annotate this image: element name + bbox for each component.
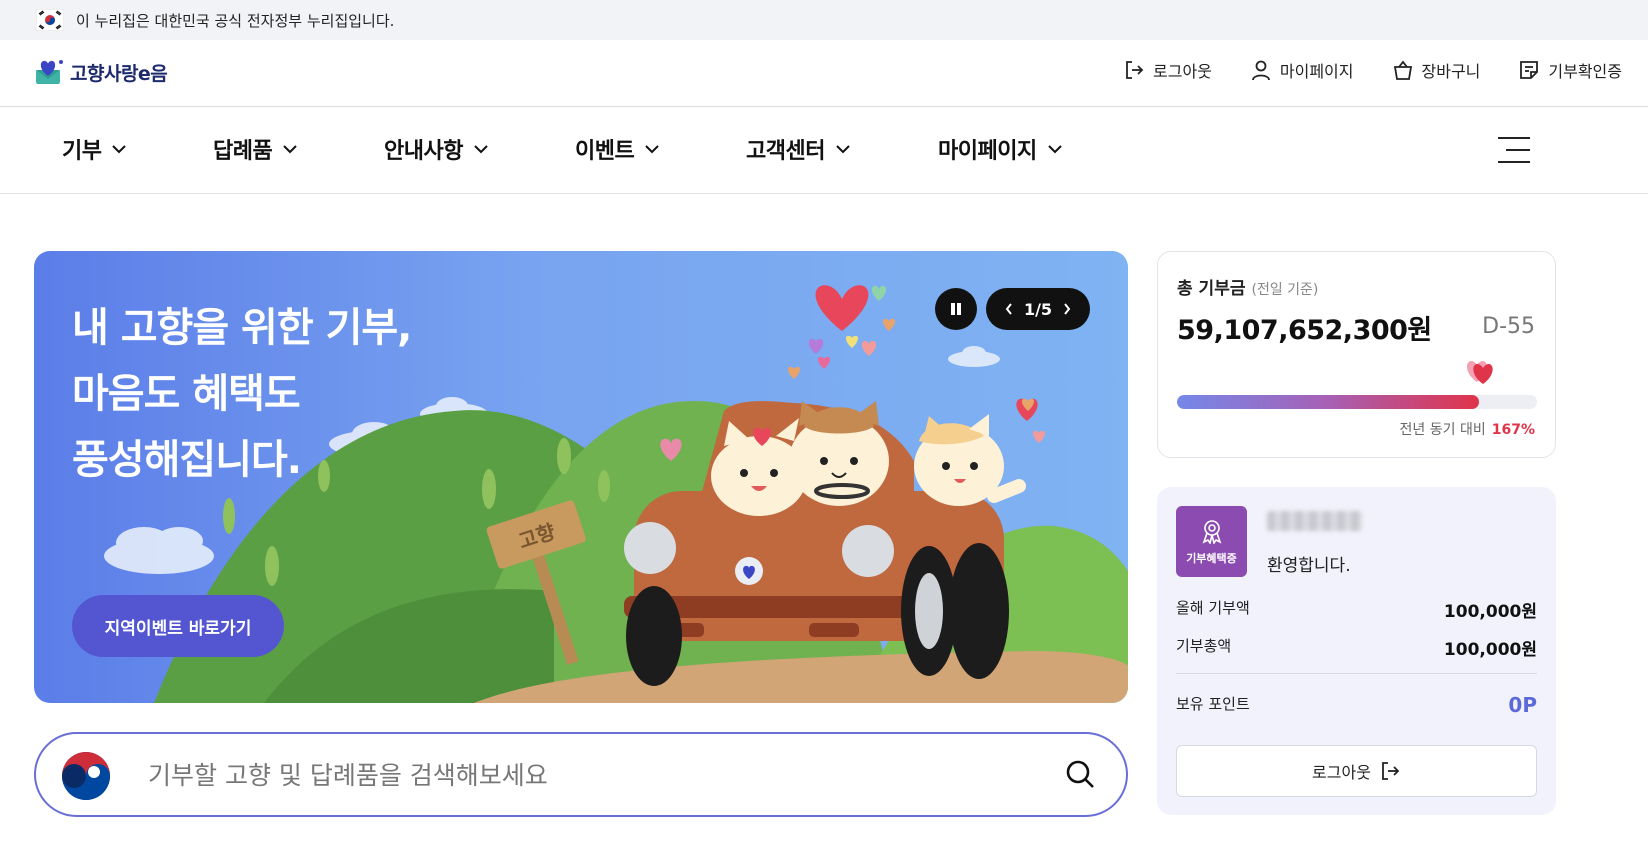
divider [1176, 673, 1537, 674]
slider-pager: 1/5 [986, 288, 1090, 330]
certificate-link[interactable]: 기부확인증 [1518, 58, 1622, 82]
search-icon [1066, 760, 1094, 788]
stat-value: 100,000원 [1443, 602, 1537, 622]
slider-pause-button[interactable] [935, 288, 977, 330]
total-donation-amount: 59,107,652,300원 [1177, 315, 1432, 346]
chevron-left-icon [1005, 303, 1012, 315]
logout-icon [1126, 61, 1144, 79]
user-summary-card: 기부혜택증 환영합니다. 올해 기부액 100,000원 기부총액 100,00… [1157, 487, 1556, 815]
welcome-text: 환영합니다. [1267, 556, 1351, 576]
site-logo[interactable]: 고향사랑e음 [34, 58, 168, 86]
nav-item-events[interactable]: 이벤트 [575, 133, 660, 165]
donation-progress-fill [1177, 395, 1480, 409]
stat-label: 올해 기부액 [1176, 599, 1250, 617]
nav-item-support[interactable]: 고객센터 [746, 133, 851, 165]
search-button[interactable] [1064, 758, 1096, 794]
slider-current: 1 [1023, 299, 1036, 319]
logo-heart-mail-icon [36, 60, 63, 84]
certificate-label: 기부확인증 [1548, 62, 1622, 81]
nav-label: 마이페이지 [938, 139, 1037, 164]
hamburger-line [1506, 149, 1530, 151]
total-donation-title: 총 기부금 [1177, 279, 1246, 299]
hero-title: 내 고향을 위한 기부, 마음도 혜택도 풍성해집니다. [72, 295, 412, 493]
nav-label: 안내사항 [384, 139, 463, 164]
korean-flag-icon [36, 9, 64, 31]
slider-next-button[interactable] [1062, 302, 1072, 316]
logout-link[interactable]: 로그아웃 [1123, 58, 1212, 82]
hamburger-menu-button[interactable] [1498, 134, 1530, 166]
nav-label: 답례품 [213, 139, 273, 164]
site-header: 고향사랑e음 로그아웃 마이페이지 장바구니 기부확인증 [0, 40, 1648, 107]
stat-points: 보유 포인트 0P [1176, 693, 1537, 717]
utility-menu: 로그아웃 마이페이지 장바구니 기부확인증 [1085, 58, 1622, 82]
logout-icon [1382, 762, 1400, 780]
certificate-icon [1520, 61, 1539, 79]
hero-banner: 고향 내 고향을 위한 기부, 마음도 혜택도 풍성해집니다. 지역이벤트 바로… [34, 251, 1128, 703]
logo-text: 고향사랑e음 [70, 62, 168, 85]
chevron-down-icon [1047, 145, 1062, 154]
gov-banner: 이 누리집은 대한민국 공식 전자정부 누리집입니다. [0, 0, 1648, 40]
chevron-down-icon [112, 145, 127, 154]
slider-prev-button[interactable] [1004, 302, 1014, 316]
hero-title-line: 마음도 혜택도 [72, 371, 301, 417]
hamburger-line [1498, 137, 1530, 139]
yoy-value: 167% [1491, 422, 1535, 438]
stat-value: 100,000원 [1443, 640, 1537, 660]
chevron-down-icon [474, 145, 488, 154]
mypage-link[interactable]: 마이페이지 [1250, 58, 1354, 82]
award-ribbon-icon [1202, 519, 1221, 544]
nav-item-donation[interactable]: 기부 [62, 133, 127, 165]
logout-button-label: 로그아웃 [1312, 763, 1371, 782]
donation-benefit-badge[interactable]: 기부혜택증 [1176, 506, 1247, 577]
taegeuk-emblem-icon [62, 752, 110, 800]
logout-label: 로그아웃 [1153, 62, 1212, 81]
gov-banner-text: 이 누리집은 대한민국 공식 전자정부 누리집입니다. [76, 11, 395, 30]
nav-label: 기부 [62, 139, 102, 164]
search-bar [34, 732, 1128, 817]
user-name-blurred [1267, 511, 1362, 531]
nav-item-mypage[interactable]: 마이페이지 [938, 133, 1063, 165]
stat-total: 기부총액 100,000원 [1176, 635, 1537, 660]
donation-progress-bar [1177, 395, 1537, 409]
pause-icon [951, 303, 961, 315]
nav-item-notice[interactable]: 안내사항 [384, 133, 489, 165]
total-donation-label: 총 기부금 (전일 기준) [1177, 274, 1318, 299]
stat-this-year: 올해 기부액 100,000원 [1176, 597, 1537, 622]
cart-icon [1393, 60, 1412, 80]
cart-label: 장바구니 [1421, 62, 1481, 81]
slider-total: /5 [1035, 299, 1053, 319]
main-navigation: 기부 답례품 안내사항 이벤트 고객센터 마이페이지 [0, 107, 1648, 194]
dday-counter: D-55 [1482, 314, 1535, 339]
chevron-right-icon [1064, 303, 1071, 315]
year-over-year: 전년 동기 대비 167% [1400, 419, 1535, 439]
chevron-down-icon [836, 145, 850, 154]
chevron-down-icon [645, 145, 659, 154]
hero-title-line: 내 고향을 위한 기부, [72, 305, 412, 351]
badge-label: 기부혜택증 [1186, 551, 1237, 565]
user-icon [1251, 60, 1270, 81]
stat-label: 보유 포인트 [1176, 695, 1250, 713]
yoy-label: 전년 동기 대비 [1399, 422, 1486, 438]
stat-value: 0P [1508, 693, 1537, 717]
heart-icon [1466, 360, 1493, 384]
nav-label: 고객센터 [746, 139, 825, 164]
nav-label: 이벤트 [575, 139, 635, 164]
slider-counter: 1/5 [1024, 300, 1052, 319]
hamburger-line [1498, 161, 1530, 163]
chevron-down-icon [283, 145, 297, 154]
panel-logout-button[interactable]: 로그아웃 [1176, 745, 1537, 797]
search-input[interactable] [148, 754, 1028, 796]
regional-event-button[interactable]: 지역이벤트 바로가기 [72, 595, 284, 657]
total-donation-sub: (전일 기준) [1251, 282, 1319, 298]
cart-link[interactable]: 장바구니 [1392, 58, 1481, 82]
mypage-label: 마이페이지 [1279, 62, 1354, 81]
stat-label: 기부총액 [1176, 637, 1232, 655]
total-donation-card: 총 기부금 (전일 기준) 59,107,652,300원 D-55 전년 동기 … [1157, 251, 1556, 458]
nav-item-gifts[interactable]: 답례품 [213, 133, 298, 165]
hero-title-line: 풍성해집니다. [72, 437, 302, 483]
